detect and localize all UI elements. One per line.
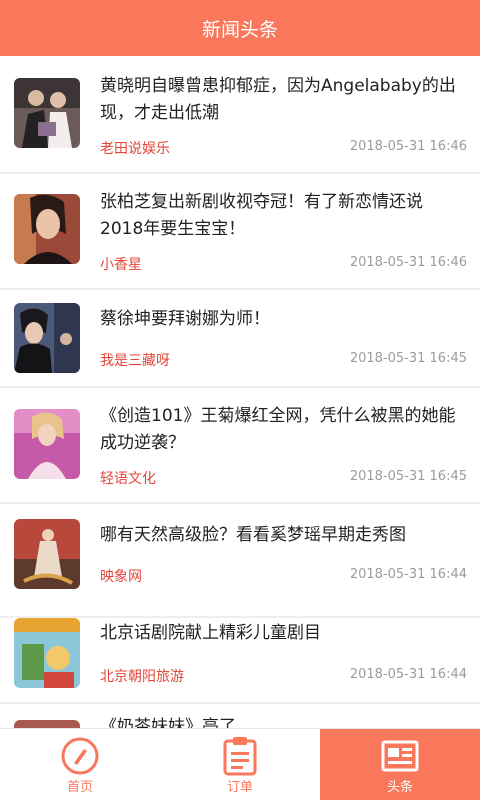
news-item[interactable]: 北京话剧院献上精彩儿童剧目 北京朝阳旅游 2018-05-31 16:44 xyxy=(0,618,480,702)
news-title: 蔡徐坤要拜谢娜为师！ xyxy=(100,309,270,329)
news-item[interactable]: 黄晓明自曝曾患抑郁症，因为Angelababy的出现，才走出低潮 老田说娱乐 2… xyxy=(0,56,480,172)
news-source[interactable]: 我是三藏呀 xyxy=(100,350,170,370)
top-bar: 新闻头条 xyxy=(0,0,480,56)
tab-headlines-label: 头条 xyxy=(386,780,413,795)
news-source[interactable]: 映象网 xyxy=(100,566,142,586)
news-time: 2018-05-31 16:45 xyxy=(349,351,467,366)
tab-home-label: 首页 xyxy=(66,780,93,795)
clipboard-icon xyxy=(220,736,260,776)
news-title: 北京话剧院献上精彩儿童剧目 xyxy=(100,623,321,643)
news-time: 2018-05-31 16:44 xyxy=(349,567,467,582)
news-time: 2018-05-31 16:44 xyxy=(349,667,467,682)
news-time: 2018-05-31 16:46 xyxy=(349,139,467,154)
news-item[interactable]: 哪有天然高级脸？看看奚梦瑶早期走秀图 映象网 2018-05-31 16:44 xyxy=(0,504,480,616)
tab-headlines[interactable]: 头条 xyxy=(320,729,480,800)
news-time: 2018-05-31 16:45 xyxy=(349,469,467,484)
news-thumbnail xyxy=(14,720,80,728)
news-title: 哪有天然高级脸？看看奚梦瑶早期走秀图 xyxy=(100,525,406,545)
news-thumbnail xyxy=(14,409,80,479)
news-title: 《奶茶妹妹》亮了... xyxy=(100,717,253,728)
newspaper-icon xyxy=(380,736,420,776)
news-thumbnail xyxy=(14,194,80,264)
news-title: 黄晓明自曝曾患抑郁症，因为Angelababy的出现，才走出低潮 xyxy=(100,76,456,123)
news-thumbnail xyxy=(14,519,80,589)
news-item[interactable]: 蔡徐坤要拜谢娜为师！ 我是三藏呀 2018-05-31 16:45 xyxy=(0,290,480,386)
news-title: 张柏芝复出新剧收视夺冠！有了新恋情还说2018年要生宝宝！ xyxy=(100,192,423,239)
news-title: 《创造101》王菊爆红全网，凭什么被黑的她能成功逆袭？ xyxy=(100,406,456,453)
news-list[interactable]: 黄晓明自曝曾患抑郁症，因为Angelababy的出现，才走出低潮 老田说娱乐 2… xyxy=(0,56,480,728)
news-source[interactable]: 北京朝阳旅游 xyxy=(100,666,184,686)
tab-orders[interactable]: 订单 xyxy=(160,729,320,800)
news-source[interactable]: 小香星 xyxy=(100,254,142,274)
bottom-tab-bar: 首页 订单 头条 xyxy=(0,728,480,800)
news-thumbnail xyxy=(14,303,80,373)
tab-orders-label: 订单 xyxy=(226,780,253,795)
page-title: 新闻头条 xyxy=(201,18,278,41)
news-item[interactable]: 张柏芝复出新剧收视夺冠！有了新恋情还说2018年要生宝宝！ 小香星 2018-0… xyxy=(0,174,480,288)
tab-home[interactable]: 首页 xyxy=(0,729,160,800)
news-item[interactable]: 《奶茶妹妹》亮了... xyxy=(0,704,480,728)
news-thumbnail xyxy=(14,618,80,688)
news-source[interactable]: 轻语文化 xyxy=(100,468,156,488)
news-source[interactable]: 老田说娱乐 xyxy=(100,138,170,158)
news-time: 2018-05-31 16:46 xyxy=(349,255,467,270)
compass-icon xyxy=(60,736,100,776)
news-item[interactable]: 《创造101》王菊爆红全网，凭什么被黑的她能成功逆袭？ 轻语文化 2018-05… xyxy=(0,388,480,502)
news-thumbnail xyxy=(14,78,80,148)
